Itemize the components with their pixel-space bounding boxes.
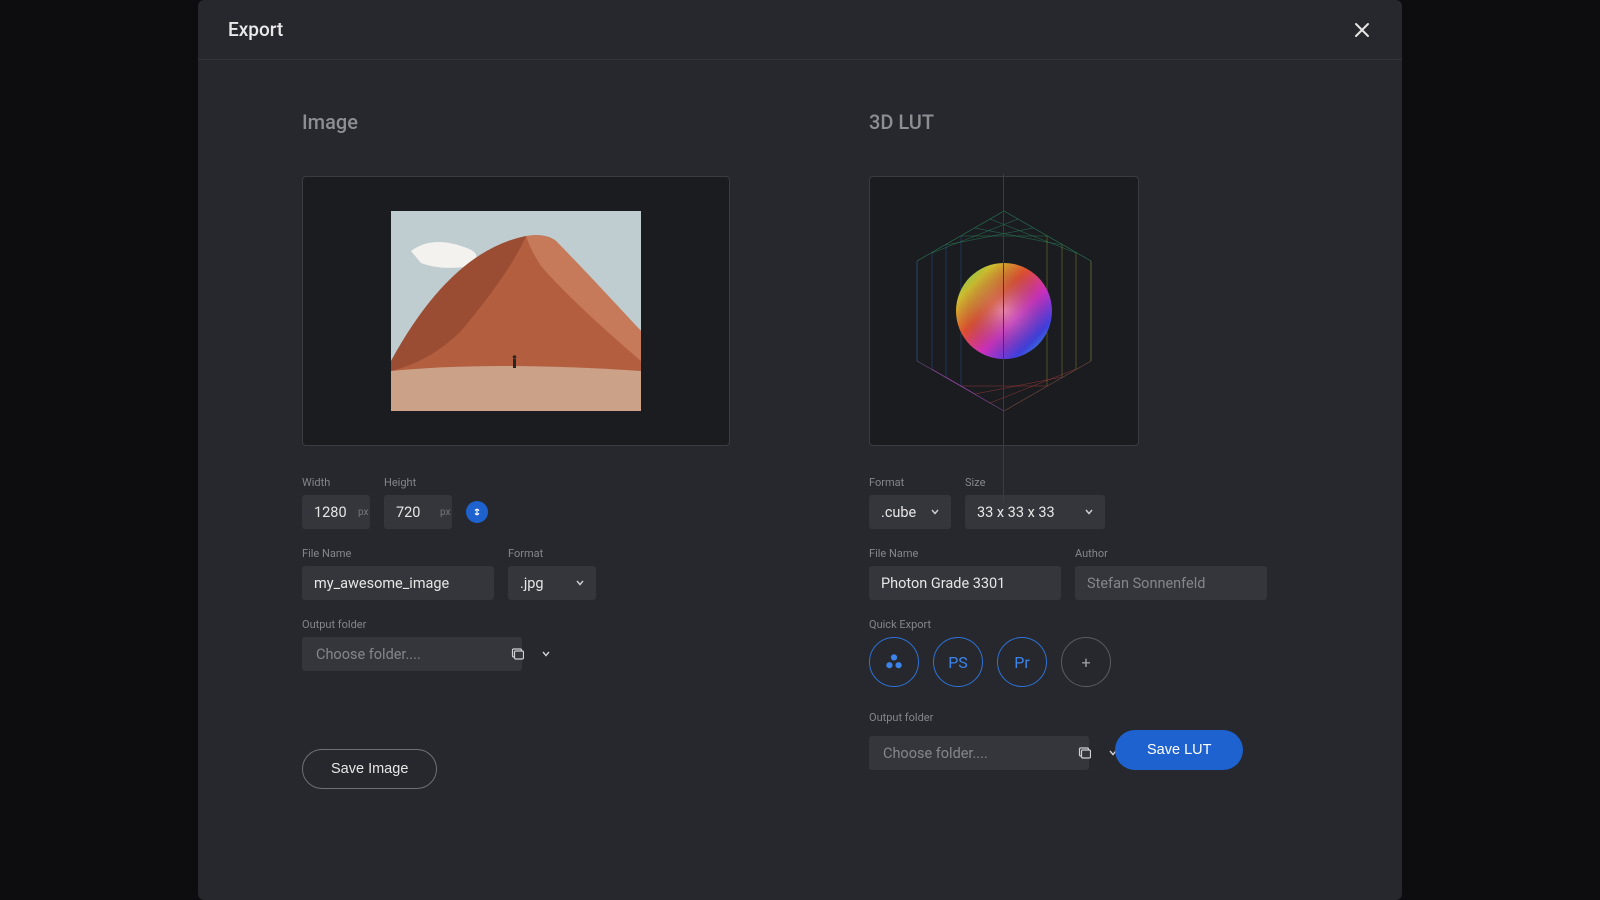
height-unit: px [440,507,451,518]
width-field: Width px [302,476,370,529]
lut-filename-field: File Name [869,547,1061,600]
davinci-resolve-icon [883,651,905,673]
image-format-select[interactable]: .jpg [508,566,596,600]
chevron-down-icon [931,509,939,515]
chevron-down-icon [1085,509,1093,515]
width-input-wrap[interactable]: px [302,495,370,529]
export-dialog: Export Image [198,0,1402,900]
chevron-down-icon [542,651,550,657]
image-format-value: .jpg [520,575,544,592]
image-filename-input[interactable] [314,575,482,592]
close-icon [1354,22,1370,38]
width-input[interactable] [314,504,352,521]
quick-export-resolve[interactable] [869,637,919,687]
image-filename-field: File Name [302,547,494,600]
lut-size-select[interactable]: 33 x 33 x 33 [965,495,1105,529]
aspect-lock-button[interactable] [466,501,488,523]
lut-export-panel: 3D LUT [869,110,1342,789]
quick-export-photoshop[interactable]: PS [933,637,983,687]
image-preview-frame [302,176,730,446]
image-filename-label: File Name [302,547,494,560]
image-filename-wrap[interactable] [302,566,494,600]
lut-author-wrap[interactable] [1075,566,1267,600]
lut-author-field: Author [1075,547,1267,600]
dialog-title: Export [228,18,283,41]
save-lut-button[interactable]: Save LUT [1115,730,1243,770]
quick-export-row: PS Pr + [869,637,1342,687]
height-input-wrap[interactable]: px [384,495,452,529]
chevron-down-icon [576,580,584,586]
width-unit: px [358,507,369,518]
image-preview [391,211,641,411]
lut-heading: 3D LUT [869,110,1342,134]
lut-author-input[interactable] [1087,575,1255,592]
lut-author-label: Author [1075,547,1267,560]
link-icon [472,507,482,517]
lut-size-field: Size 33 x 33 x 33 [965,476,1105,529]
lut-format-label: Format [869,476,951,489]
save-image-button[interactable]: Save Image [302,749,437,789]
lut-cube-preview [889,196,1119,426]
lut-filename-label: File Name [869,547,1061,560]
image-output-field: Output folder [302,618,775,671]
lut-output-input[interactable] [883,745,1067,762]
image-output-label: Output folder [302,618,775,631]
lut-filename-wrap[interactable] [869,566,1061,600]
height-field: Height px [384,476,452,529]
dialog-titlebar: Export [198,0,1402,60]
lut-format-field: Format .cube [869,476,951,529]
lut-output-folder[interactable] [869,736,1089,770]
image-format-field: Format .jpg [508,547,596,600]
lut-size-label: Size [965,476,1105,489]
folder-copy-icon [1077,746,1091,760]
width-label: Width [302,476,370,489]
quick-export-label: Quick Export [869,618,1342,631]
folder-copy-icon [510,647,524,661]
lut-format-value: .cube [881,504,916,521]
lut-filename-input[interactable] [881,575,1049,592]
image-export-panel: Image Width px [302,110,775,789]
close-button[interactable] [1348,16,1376,44]
height-label: Height [384,476,452,489]
lut-output-label: Output folder [869,711,1342,724]
column-divider [1003,174,1004,502]
quick-export-add[interactable]: + [1061,637,1111,687]
height-input[interactable] [396,504,434,521]
lut-preview-frame [869,176,1139,446]
image-heading: Image [302,110,775,134]
quick-export-premiere[interactable]: Pr [997,637,1047,687]
lut-size-value: 33 x 33 x 33 [977,504,1055,521]
image-output-input[interactable] [316,646,500,663]
image-output-folder[interactable] [302,637,522,671]
image-format-label: Format [508,547,596,560]
lut-format-select[interactable]: .cube [869,495,951,529]
